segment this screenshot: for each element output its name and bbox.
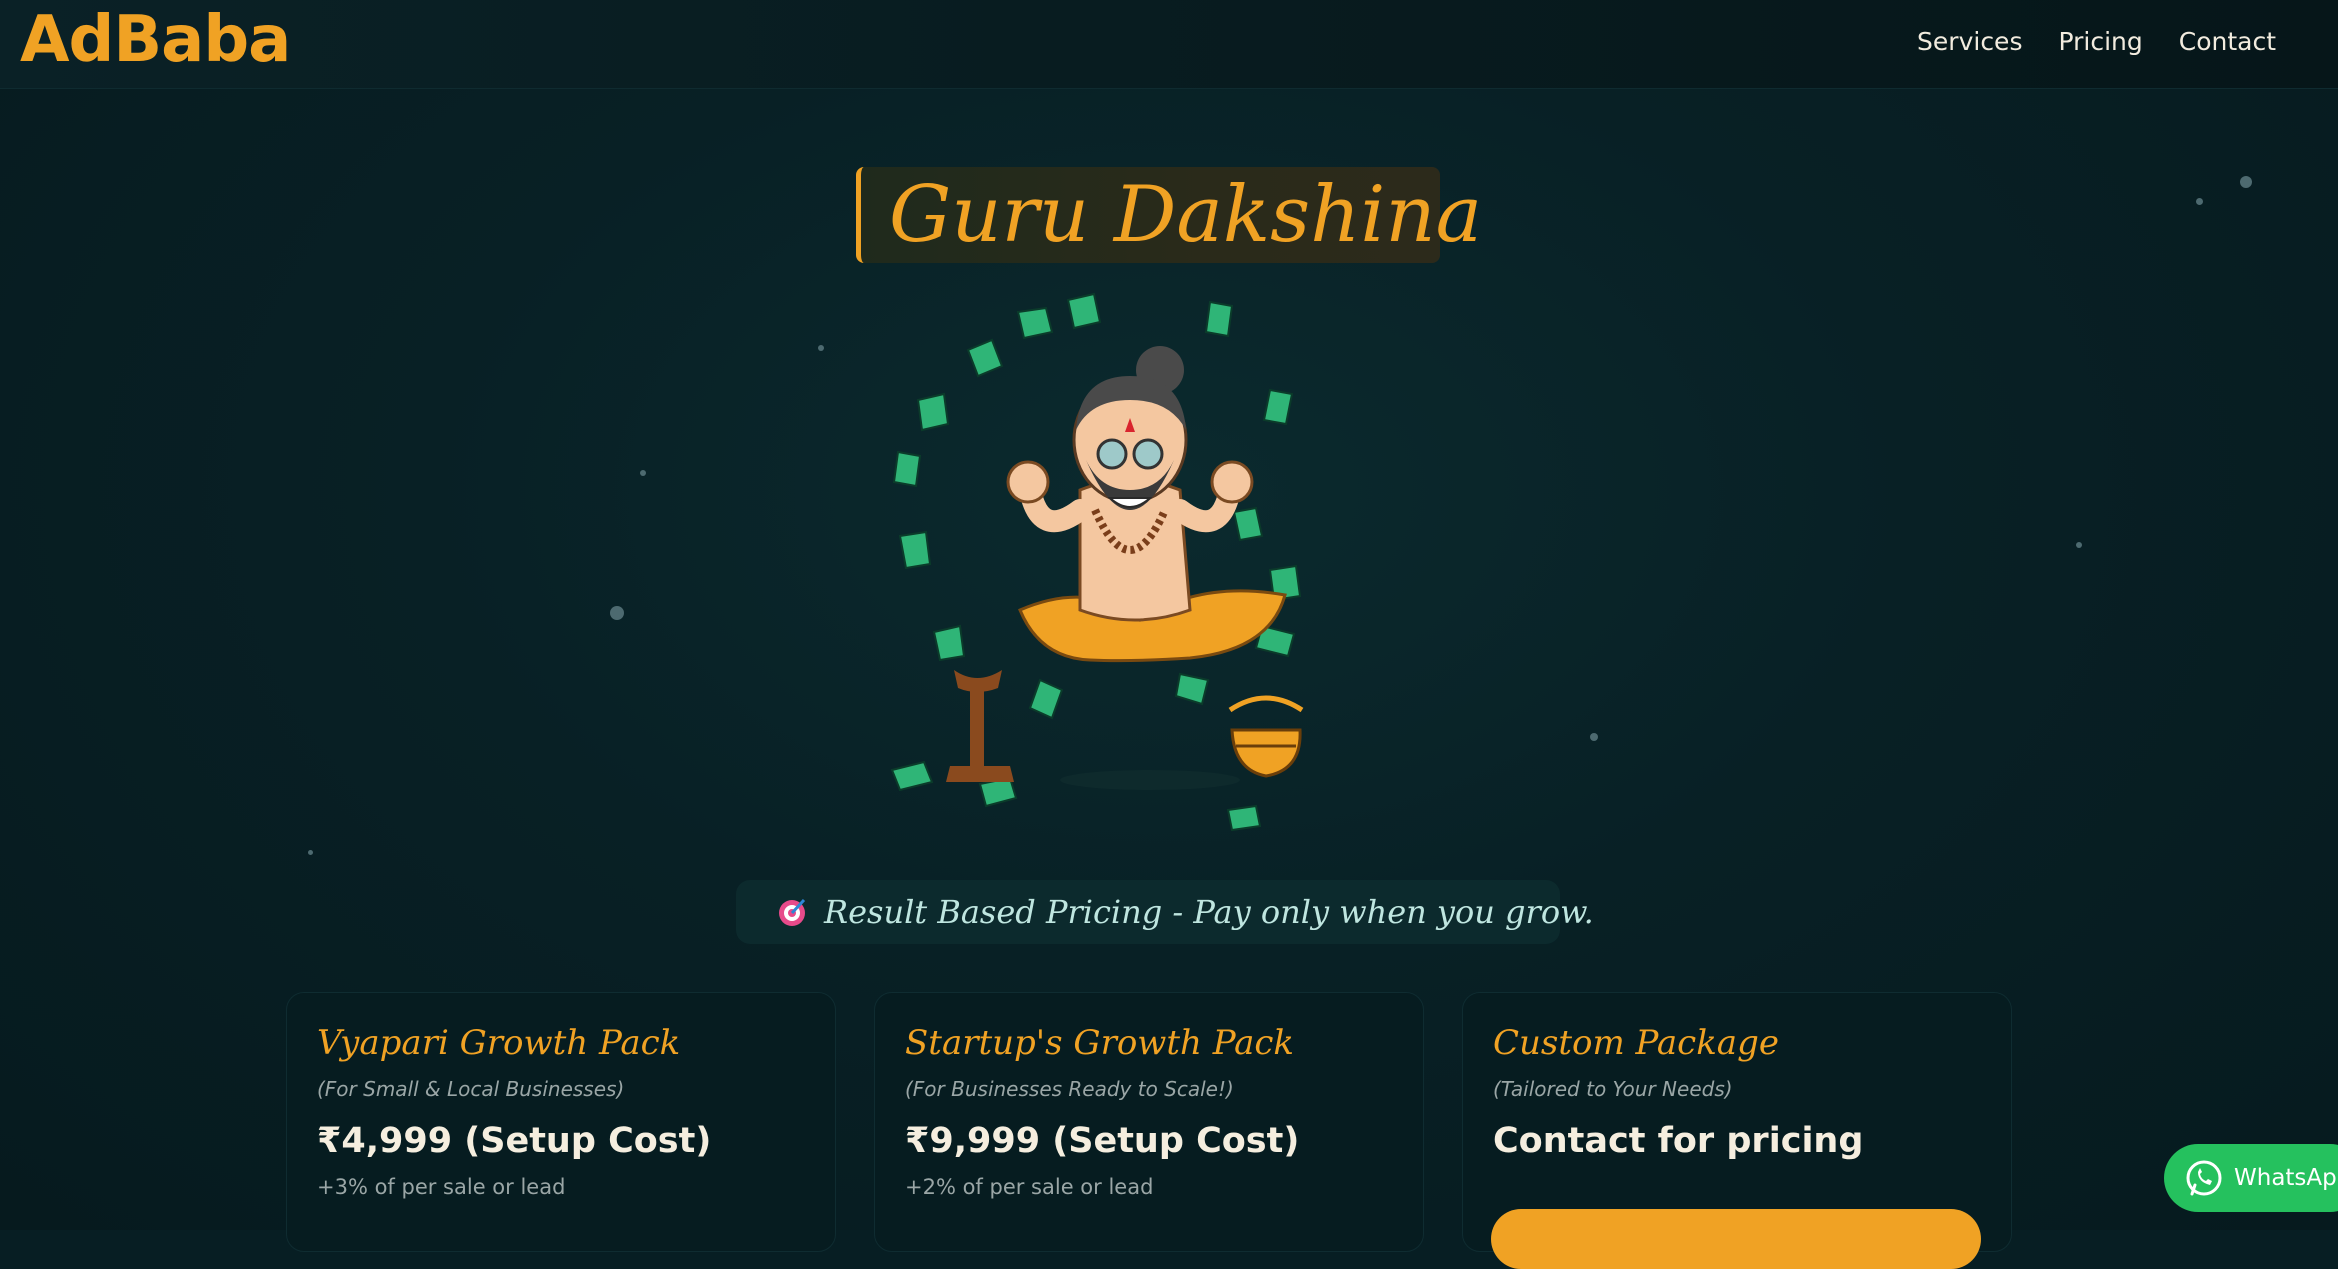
background-dot [308, 850, 313, 855]
card-note: +2% of per sale or lead [905, 1175, 1154, 1199]
page-title: Guru Dakshina [889, 170, 1483, 260]
card-subtitle: (For Businesses Ready to Scale!) [905, 1077, 1234, 1101]
contact-cta-button[interactable] [1491, 1209, 1981, 1269]
card-subtitle: (For Small & Local Businesses) [317, 1077, 625, 1101]
background-dot [640, 470, 646, 476]
pricing-card-startup: Startup's Growth Pack (For Businesses Re… [874, 992, 1424, 1252]
main-nav: Services Pricing Contact [1917, 22, 2276, 62]
pricing-card-custom: Custom Package (Tailored to Your Needs) … [1462, 992, 2012, 1269]
nav-pricing-link[interactable]: Pricing [2058, 22, 2142, 62]
background-dot [818, 345, 824, 351]
whatsapp-button[interactable]: WhatsApp [2164, 1144, 2338, 1212]
background-dot [1590, 733, 1598, 741]
card-title: Startup's Growth Pack [905, 1023, 1295, 1063]
background-dot [2196, 198, 2203, 205]
adbaba-logo[interactable]: AdBaba [20, 2, 291, 78]
site-header: AdBaba Services Pricing Contact [0, 0, 2338, 89]
target-icon [779, 898, 806, 926]
tagline-text: Result Based Pricing - Pay only when you… [824, 893, 1594, 931]
nav-contact-link[interactable]: Contact [2179, 22, 2276, 62]
card-title: Custom Package [1493, 1023, 1779, 1063]
background-dot [2076, 542, 2082, 548]
pricing-card-vyapari: Vyapari Growth Pack (For Small & Local B… [286, 992, 836, 1252]
nav-services-link[interactable]: Services [1917, 22, 2022, 62]
card-price: ₹4,999 (Setup Cost) [317, 1121, 712, 1161]
card-price: ₹9,999 (Setup Cost) [905, 1121, 1300, 1161]
card-note: +3% of per sale or lead [317, 1175, 566, 1199]
guru-money-illustration [890, 292, 1304, 832]
card-subtitle: (Tailored to Your Needs) [1493, 1077, 1733, 1101]
page-title-box: Guru Dakshina [856, 167, 1482, 263]
card-price: Contact for pricing [1493, 1121, 1864, 1161]
whatsapp-icon [2186, 1160, 2222, 1196]
pricing-tagline: Result Based Pricing - Pay only when you… [736, 880, 1594, 944]
whatsapp-label: WhatsApp [2234, 1165, 2338, 1191]
background-dot [2240, 176, 2252, 188]
card-title: Vyapari Growth Pack [317, 1023, 681, 1063]
background-dot [610, 606, 624, 620]
